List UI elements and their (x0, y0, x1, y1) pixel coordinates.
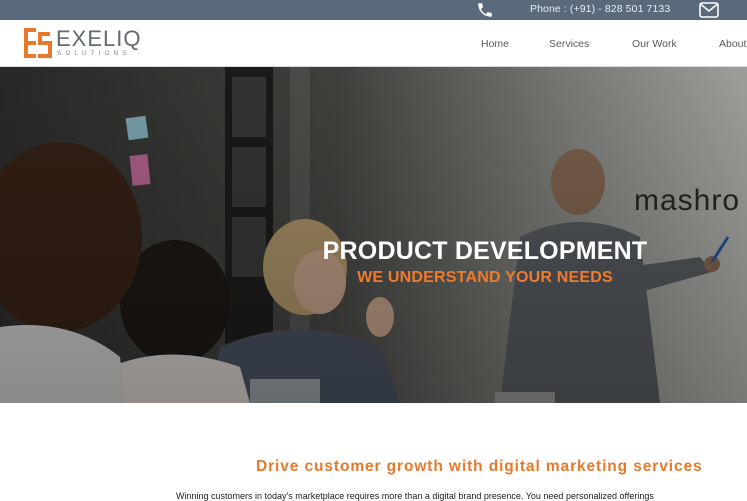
phone-icon[interactable] (476, 1, 494, 19)
nav-item-home[interactable]: Home (481, 38, 509, 50)
nav-item-services[interactable]: Services (549, 38, 589, 50)
top-info-bar: Phone : (+91) - 828 501 7133 (0, 0, 747, 20)
hero-banner: mashro PRODUCT DEVELOPMENT WE UNDERSTAND… (0, 67, 747, 403)
logo-mark-icon[interactable] (24, 28, 52, 58)
mail-icon[interactable] (699, 2, 719, 18)
nav-item-about[interactable]: About (719, 38, 746, 50)
section-paragraph: Winning customers in today's marketplace… (176, 491, 654, 501)
hero-background-image: mashro (0, 67, 747, 403)
logo-wordmark[interactable]: EXELIQ (56, 26, 141, 52)
phone-number[interactable]: Phone : (+91) - 828 501 7133 (530, 3, 670, 15)
logo-tagline: SOLUTIONS (57, 50, 131, 57)
nav-item-our-work[interactable]: Our Work (632, 38, 677, 50)
main-navbar: EXELIQ SOLUTIONS Home Services Our Work … (0, 20, 747, 67)
hero-subtitle: WE UNDERSTAND YOUR NEEDS (357, 269, 613, 286)
hero-title: PRODUCT DEVELOPMENT (322, 237, 648, 265)
section-heading: Drive customer growth with digital marke… (256, 458, 703, 475)
